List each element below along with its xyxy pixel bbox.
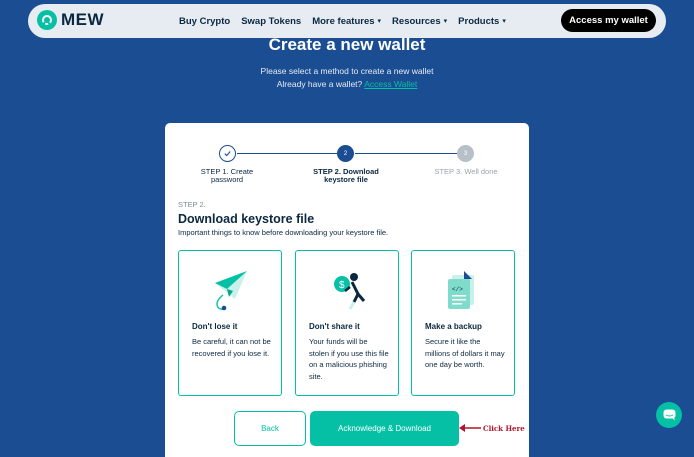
document-backup-icon: </> (412, 269, 514, 313)
logo-text: MEW (61, 10, 105, 29)
tile-3-title: Make a backup (425, 322, 482, 331)
tile-make-a-backup: </> Make a backup Secure it like the mil… (411, 250, 515, 396)
already-have-wallet: Already have a wallet? Access Wallet (0, 79, 694, 89)
chevron-down-icon: ▾ (502, 18, 506, 25)
access-wallet-link[interactable]: Access Wallet (364, 79, 417, 89)
access-my-wallet-button[interactable]: Access my wallet (561, 9, 656, 32)
step-1-check-icon (219, 145, 236, 162)
step-1-label: STEP 1. Create password (187, 168, 267, 184)
chat-support-button[interactable] (656, 402, 682, 428)
page-subtitle: Please select a method to create a new w… (260, 66, 434, 76)
step-3-number: 3 (463, 150, 468, 157)
chat-icon (663, 409, 675, 421)
main-nav: Buy Crypto Swap Tokens More features ▾ Re… (179, 4, 517, 38)
svg-text:</>: </> (452, 286, 463, 293)
step-2-dot: 2 (337, 145, 354, 162)
step-2-label-line2: keystore file (324, 175, 368, 184)
already-text: Already have a wallet? (276, 79, 363, 89)
nav-more-features[interactable]: More features ▾ (312, 16, 381, 27)
step-3-dot: 3 (457, 145, 474, 162)
tile-1-text: Be careful, it can not be recovered if y… (192, 337, 271, 358)
chevron-down-icon: ▾ (443, 18, 448, 25)
nav-buy-crypto[interactable]: Buy Crypto (179, 16, 230, 27)
arrow-left-icon (459, 424, 481, 432)
mew-logo-icon (37, 10, 57, 30)
tile-3-text: Secure it like the millions of dollars i… (425, 337, 505, 369)
card-title: Download keystore file (178, 212, 315, 226)
step-2-label: STEP 2. Download keystore file (305, 168, 387, 184)
step-2-number: 2 (343, 150, 348, 157)
back-button[interactable]: Back (234, 411, 306, 446)
top-nav-bar: MEW Buy Crypto Swap Tokens More features… (28, 4, 666, 38)
tile-dont-share-it: $ Don't share it Your funds will be stol… (295, 250, 399, 396)
paper-plane-icon (179, 269, 281, 313)
nav-resources[interactable]: Resources ▾ (392, 16, 447, 27)
stepper-line-2 (355, 153, 458, 154)
step-kicker: STEP 2. (178, 200, 206, 209)
tile-2-title: Don't share it (309, 322, 360, 331)
step-3-label: STEP 3. Well done (427, 168, 505, 176)
page-title: Create a new wallet (268, 35, 426, 54)
stepper-line-1 (237, 153, 337, 154)
step-1-label-line2: password (210, 175, 244, 184)
tile-1-title: Don't lose it (192, 322, 238, 331)
thief-icon: $ (296, 269, 398, 313)
chevron-down-icon: ▾ (377, 18, 382, 25)
mew-logo[interactable]: MEW (37, 10, 104, 30)
tile-2-text: Your funds will be stolen if you use thi… (309, 337, 389, 381)
tile-dont-lose-it: Don't lose it Be careful, it can not be … (178, 250, 282, 396)
svg-text:$: $ (339, 280, 345, 291)
acknowledge-download-button[interactable]: Acknowledge & Download (310, 411, 459, 446)
nav-swap-tokens[interactable]: Swap Tokens (241, 16, 301, 27)
nav-products[interactable]: Products ▾ (458, 16, 506, 27)
create-wallet-card: 2 3 STEP 1. Create password STEP 2. Down… (165, 123, 529, 457)
step-3-label-line1: STEP 3. Well done (434, 167, 498, 176)
card-description: Important things to know before download… (178, 228, 389, 237)
click-here-annotation: Click Here (483, 424, 525, 433)
